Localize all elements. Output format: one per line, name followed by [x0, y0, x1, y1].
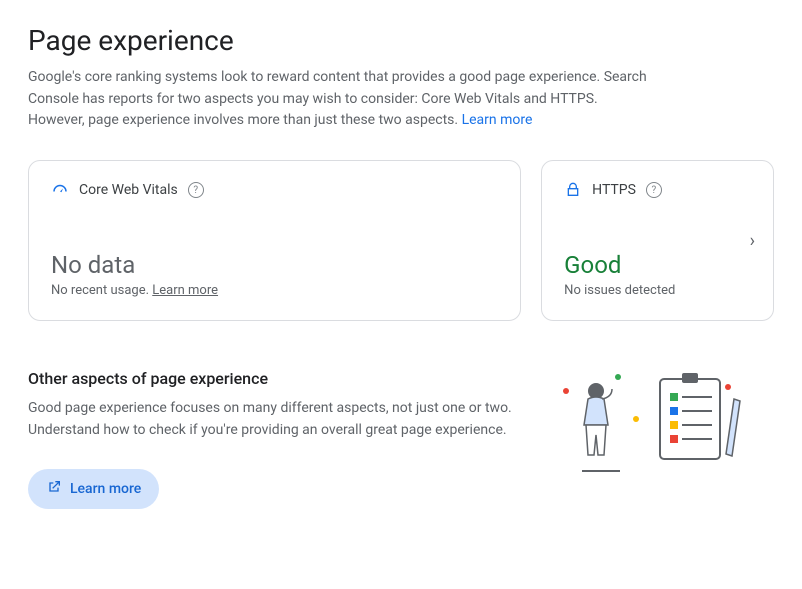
cwv-learn-more-link[interactable]: Learn more [152, 283, 218, 298]
cards-row: Core Web Vitals ? No data No recent usag… [28, 160, 774, 321]
lock-icon [564, 181, 582, 199]
open-external-icon [46, 479, 62, 499]
learn-more-button-label: Learn more [70, 481, 141, 497]
intro-learn-more-link[interactable]: Learn more [462, 112, 533, 128]
cwv-status: No data [51, 251, 498, 279]
cwv-sub-prefix: No recent usage. [51, 283, 152, 298]
core-web-vitals-card[interactable]: Core Web Vitals ? No data No recent usag… [28, 160, 521, 321]
cwv-subtext: No recent usage. Learn more [51, 283, 498, 298]
page-intro-text: Google's core ranking systems look to re… [28, 69, 647, 128]
https-subtext: No issues detected [564, 283, 751, 298]
page-title: Page experience [28, 24, 774, 57]
cwv-title: Core Web Vitals [79, 182, 178, 198]
cwv-card-header: Core Web Vitals ? [51, 181, 498, 199]
chevron-right-icon: › [750, 230, 755, 251]
other-heading: Other aspects of page experience [28, 369, 528, 388]
https-title: HTTPS [592, 182, 636, 198]
help-icon[interactable]: ? [646, 182, 662, 198]
page-intro: Google's core ranking systems look to re… [28, 67, 648, 132]
https-card[interactable]: HTTPS ? Good No issues detected › [541, 160, 774, 321]
checklist-illustration [548, 369, 748, 479]
help-icon[interactable]: ? [188, 182, 204, 198]
other-aspects-section: Other aspects of page experience Good pa… [28, 369, 774, 509]
https-status: Good [564, 251, 751, 279]
other-body: Good page experience focuses on many dif… [28, 398, 528, 441]
https-card-header: HTTPS ? [564, 181, 751, 199]
learn-more-button[interactable]: Learn more [28, 469, 159, 509]
speedometer-icon [51, 181, 69, 199]
